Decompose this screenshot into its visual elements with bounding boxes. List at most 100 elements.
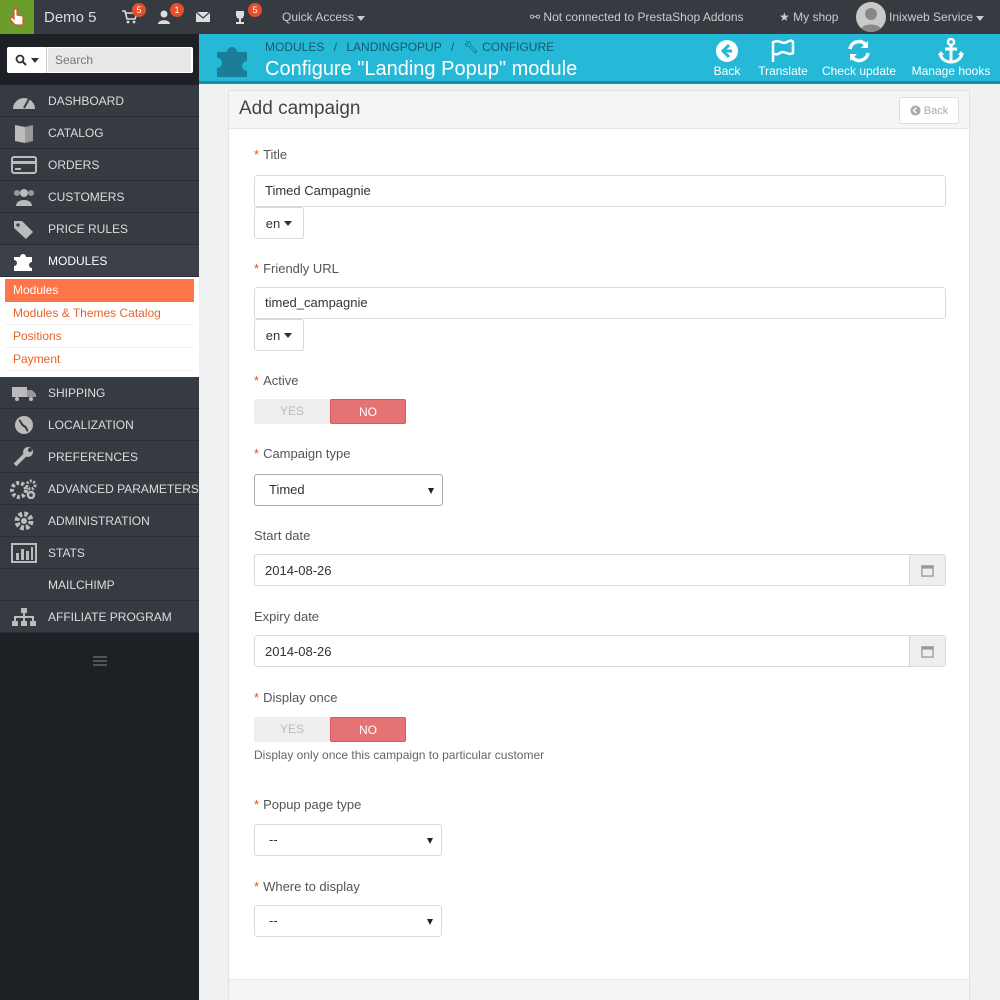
- dashboard-icon: [10, 91, 38, 111]
- chevron-down-icon: [30, 57, 39, 63]
- user-name: Inixweb Service: [889, 10, 974, 24]
- sidebar-item-customers[interactable]: Customers: [0, 181, 199, 213]
- sidebar-item-label: Customers: [48, 190, 125, 204]
- check-update-button[interactable]: Check update: [820, 38, 898, 78]
- sidebar: Dashboard Catalog Orders Customers Price…: [0, 34, 199, 1000]
- popup-page-type-label: * Popup page type: [254, 797, 362, 812]
- expiry-date-label: Expiry date: [254, 609, 320, 624]
- sidebar-item-affiliate-program[interactable]: Affiliate Program: [0, 601, 199, 633]
- campaign-type-label: * Campaign type: [254, 446, 351, 461]
- where-to-display-select[interactable]: --: [254, 905, 442, 937]
- sidebar-item-advanced-parameters[interactable]: Advanced Parameters: [0, 473, 199, 505]
- submenu-item-positions[interactable]: Positions: [5, 325, 194, 348]
- envelope-icon[interactable]: [195, 10, 211, 24]
- popup-page-type-value: --: [269, 832, 278, 847]
- dropdown-arrow-icon: [428, 488, 434, 494]
- wrench-icon: [10, 447, 38, 467]
- search-input[interactable]: [48, 48, 191, 72]
- where-to-display-label: * Where to display: [254, 879, 360, 894]
- language-code: en: [265, 327, 281, 343]
- active-label: * Active: [254, 373, 299, 388]
- puzzle-icon: [10, 251, 38, 271]
- avatar[interactable]: [856, 2, 886, 32]
- title-input[interactable]: Timed Campagnie: [254, 175, 946, 207]
- calendar-icon[interactable]: [909, 636, 945, 666]
- sidebar-item-label: Affiliate Program: [48, 610, 172, 624]
- sidebar-item-stats[interactable]: Stats: [0, 537, 199, 569]
- display-once-yes-option[interactable]: YES: [254, 717, 330, 742]
- where-to-display-value: --: [269, 913, 278, 928]
- calendar-icon[interactable]: [909, 555, 945, 585]
- panel-heading: Add campaign Back: [229, 91, 969, 129]
- quick-access-menu[interactable]: Quick Access: [282, 10, 366, 24]
- popup-page-type-select[interactable]: --: [254, 824, 442, 856]
- collapse-menu-icon[interactable]: [93, 656, 107, 666]
- back-button[interactable]: Back: [899, 97, 959, 124]
- expiry-date-value: 2014-08-26: [265, 644, 332, 659]
- breadcrumb-configure: CONFIGURE: [482, 40, 555, 54]
- back-toolbar-button[interactable]: Back: [712, 38, 742, 78]
- translate-label: Translate: [758, 64, 808, 78]
- addons-status[interactable]: ⚯ Not connected to PrestaShop Addons: [530, 10, 744, 24]
- url-language-dropdown[interactable]: en: [254, 319, 304, 351]
- sidebar-item-catalog[interactable]: Catalog: [0, 117, 199, 149]
- sidebar-item-label: Advanced Parameters: [48, 482, 199, 496]
- submenu-item-catalog[interactable]: Modules & Themes Catalog: [5, 302, 194, 325]
- flag-icon: [771, 39, 795, 62]
- translate-button[interactable]: Translate: [757, 38, 809, 78]
- credit-card-icon: [10, 155, 38, 175]
- breadcrumb-landingpopup[interactable]: LANDINGPOPUP: [346, 40, 441, 54]
- orders-badge: 5: [132, 3, 146, 17]
- sidebar-item-label: Mailchimp: [48, 578, 115, 592]
- sitemap-icon: [10, 607, 38, 627]
- display-once-no-option[interactable]: NO: [330, 717, 406, 742]
- campaign-type-label-text: Campaign type: [263, 446, 351, 461]
- addons-status-label: Not connected to PrestaShop Addons: [543, 10, 744, 24]
- start-date-field[interactable]: 2014-08-26: [254, 554, 946, 586]
- panel-footer: [229, 979, 969, 1000]
- active-yes-option[interactable]: YES: [254, 399, 330, 424]
- sidebar-item-shipping[interactable]: Shipping: [0, 377, 199, 409]
- sidebar-item-mailchimp[interactable]: Mailchimp: [0, 569, 199, 601]
- tags-icon: [10, 219, 38, 239]
- my-shop-link[interactable]: ★ My shop: [779, 10, 838, 24]
- sidebar-item-label: Orders: [48, 158, 100, 172]
- chevron-down-icon: [284, 332, 293, 338]
- submenu-item-payment[interactable]: Payment: [5, 348, 194, 371]
- sidebar-item-localization[interactable]: Localization: [0, 409, 199, 441]
- sidebar-item-administration[interactable]: Administration: [0, 505, 199, 537]
- active-no-option[interactable]: NO: [330, 399, 406, 424]
- sidebar-item-price-rules[interactable]: Price Rules: [0, 213, 199, 245]
- customers-badge: 1: [170, 3, 184, 17]
- arrow-circle-left-icon: [910, 105, 921, 116]
- sidebar-item-modules[interactable]: Modules: [0, 245, 199, 277]
- my-shop-label: My shop: [793, 10, 839, 24]
- sidebar-item-dashboard[interactable]: Dashboard: [0, 85, 199, 117]
- user-menu[interactable]: Inixweb Service: [889, 10, 985, 24]
- submenu-item-modules[interactable]: Modules: [5, 279, 194, 302]
- quick-access-label: Quick Access: [282, 10, 355, 24]
- shop-name[interactable]: Demo 5: [44, 9, 97, 26]
- friendly-url-input[interactable]: timed_campagnie: [254, 287, 946, 319]
- campaign-type-select[interactable]: Timed: [254, 474, 443, 506]
- page-title: Configure "Landing Popup" module: [265, 58, 578, 80]
- sidebar-item-label: Modules: [48, 254, 108, 268]
- friendly-url-label: * Friendly URL: [254, 261, 339, 276]
- manage-hooks-button[interactable]: Manage hooks: [909, 38, 993, 78]
- breadcrumb-modules[interactable]: MODULES: [265, 40, 324, 54]
- prestashop-logo-icon[interactable]: [0, 0, 34, 34]
- title-language-dropdown[interactable]: en: [254, 207, 304, 239]
- expiry-date-field[interactable]: 2014-08-26: [254, 635, 946, 667]
- search-button[interactable]: [7, 47, 47, 73]
- anchor-icon: [938, 38, 964, 64]
- active-label-text: Active: [263, 373, 299, 388]
- trophy-icon[interactable]: [232, 10, 248, 24]
- display-once-label: * Display once: [254, 690, 338, 705]
- sidebar-item-orders[interactable]: Orders: [0, 149, 199, 181]
- top-bar: Demo 5 5 1 5 Quick Access ⚯ Not connecte…: [0, 0, 1000, 34]
- search-icon: [15, 54, 27, 66]
- friendly-url-label-text: Friendly URL: [263, 261, 339, 276]
- check-update-label: Check update: [821, 64, 897, 78]
- back-toolbar-label: Back: [713, 64, 741, 78]
- sidebar-item-preferences[interactable]: Preferences: [0, 441, 199, 473]
